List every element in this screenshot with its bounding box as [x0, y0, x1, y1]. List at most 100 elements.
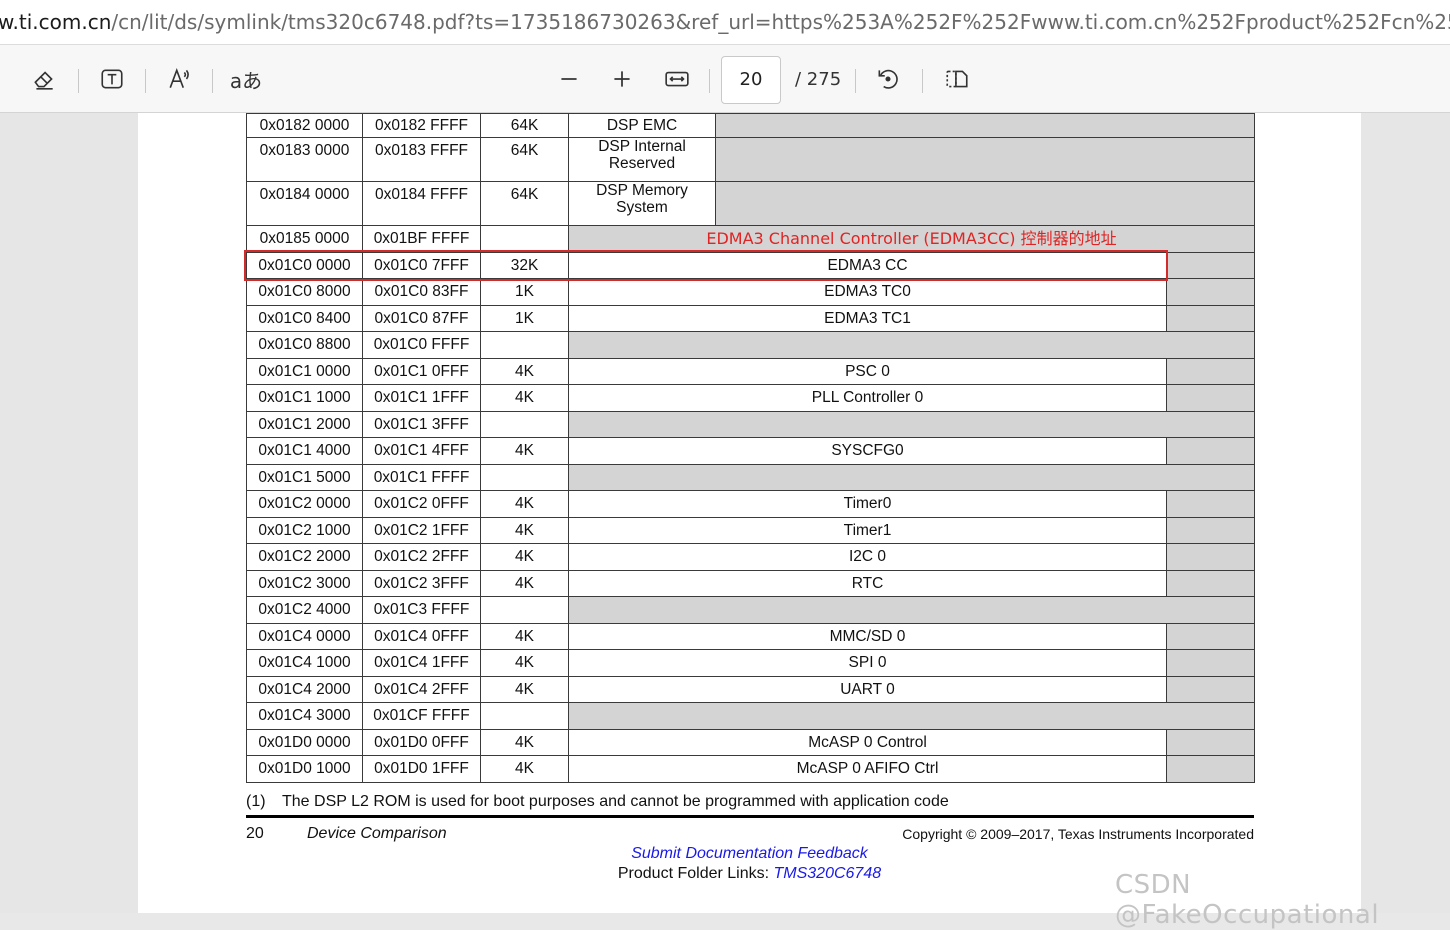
url-host: w.ti.com.cn [0, 10, 112, 34]
table-row: 0x01C4 1000 0x01C4 1FFF 4K SPI 0 [246, 649, 1255, 677]
fit-width-icon[interactable] [659, 61, 695, 97]
reserved-cell [1166, 384, 1255, 412]
size-cell: 4K [480, 622, 569, 650]
size-cell [480, 331, 569, 359]
reserved-cell [1166, 543, 1255, 571]
eraser-icon[interactable] [26, 61, 62, 97]
reserved-cell [1166, 437, 1255, 465]
feedback-link-text[interactable]: Submit Documentation Feedback [631, 845, 868, 862]
region-name-cell: RTC [568, 569, 1167, 597]
start-address-cell: 0x01D0 1000 [246, 755, 363, 783]
start-address-cell: 0x01C2 4000 [246, 596, 363, 624]
toolbar-divider [922, 69, 923, 93]
end-address-cell: 0x01CF FFFF [362, 702, 481, 730]
start-address-cell: 0x0184 0000 [246, 181, 363, 226]
start-address-cell: 0x0182 0000 [246, 113, 363, 138]
zoom-in-icon[interactable] [604, 61, 640, 97]
size-cell: 4K [480, 755, 569, 783]
page-view-icon[interactable] [939, 61, 975, 97]
start-address-cell: 0x0185 0000 [246, 225, 363, 253]
end-address-cell: 0x01C1 3FFF [362, 410, 481, 438]
end-address-cell: 0x01C0 87FF [362, 304, 481, 332]
read-aloud-icon[interactable] [162, 61, 198, 97]
reserved-cell [568, 596, 1255, 624]
table-row: 0x01C4 3000 0x01CF FFFF [246, 702, 1255, 730]
table-row: 0x01C0 8000 0x01C0 83FF 1K EDMA3 TC0 [246, 278, 1255, 306]
address-bar[interactable]: w.ti.com.cn/cn/lit/ds/symlink/tms320c674… [0, 0, 1450, 45]
url-text[interactable]: w.ti.com.cn/cn/lit/ds/symlink/tms320c674… [0, 9, 1450, 35]
size-cell [480, 596, 569, 624]
size-cell: 4K [480, 490, 569, 518]
reserved-cell [1166, 516, 1255, 544]
table-row: 0x0184 0000 0x0184 FFFF 64K DSP Memory Syst… [246, 181, 1255, 226]
table-row: 0x01D0 1000 0x01D0 1FFF 4K McASP 0 AFIFO Ct… [246, 755, 1255, 783]
links-label: Product Folder Links: [617, 865, 774, 882]
region-name-cell: EDMA3 TC0 [568, 278, 1167, 306]
table-row: 0x01C1 5000 0x01C1 FFFF [246, 463, 1255, 491]
size-cell [480, 463, 569, 491]
end-address-cell: 0x0182 FFFF [362, 113, 481, 138]
reserved-cell [715, 181, 1255, 226]
table-row: 0x01C0 8800 0x01C0 FFFF [246, 331, 1255, 359]
end-address-cell: 0x01C4 2FFF [362, 675, 481, 703]
product-link[interactable]: TMS320C6748 [774, 865, 882, 882]
start-address-cell: 0x01C1 0000 [246, 357, 363, 385]
reserved-cell [715, 137, 1255, 182]
size-cell: 4K [480, 543, 569, 571]
region-name-cell: SPI 0 [568, 649, 1167, 677]
memory-map-table: 0x0182 0000 0x0182 FFFF 64K DSP EMC 0x0183 0… [246, 113, 1255, 783]
reserved-cell [1166, 490, 1255, 518]
watermark: CSDN @FakeOccupational [1115, 870, 1380, 930]
table-row: 0x01C2 3000 0x01C2 3FFF 4K RTC [246, 569, 1255, 597]
zoom-out-icon[interactable] [551, 61, 587, 97]
translate-icon[interactable]: aあ [228, 61, 264, 97]
reserved-cell [1166, 278, 1255, 306]
footer-rule [246, 815, 1254, 818]
start-address-cell: 0x01C2 0000 [246, 490, 363, 518]
table-row: 0x01C2 1000 0x01C2 1FFF 4K Timer1 [246, 516, 1255, 544]
reserved-cell [1166, 304, 1255, 332]
table-row: 0x01C2 2000 0x01C2 2FFF 4K I2C 0 [246, 543, 1255, 571]
end-address-cell: 0x01C1 4FFF [362, 437, 481, 465]
region-name-cell: Timer0 [568, 490, 1167, 518]
footer-section: Device Comparison [307, 825, 447, 842]
size-cell: 1K [480, 304, 569, 332]
reserved-cell [568, 702, 1255, 730]
table-row: 0x01C4 0000 0x01C4 0FFF 4K MMC/SD 0 [246, 622, 1255, 650]
reserved-cell [568, 463, 1255, 491]
size-cell: 4K [480, 516, 569, 544]
toolbar-divider [145, 69, 146, 93]
start-address-cell: 0x01D0 0000 [246, 728, 363, 756]
start-address-cell: 0x01C4 3000 [246, 702, 363, 730]
feedback-link[interactable]: Submit Documentation Feedback [138, 845, 1361, 863]
reserved-cell [715, 113, 1255, 138]
end-address-cell: 0x01C4 1FFF [362, 649, 481, 677]
end-address-cell: 0x01C2 3FFF [362, 569, 481, 597]
reserved-cell [1166, 251, 1255, 279]
pdf-viewer[interactable]: 0x0182 0000 0x0182 FFFF 64K DSP EMC 0x0183 0… [0, 113, 1450, 913]
end-address-cell: 0x01BF FFFF [362, 225, 481, 253]
table-row: 0x01C0 8400 0x01C0 87FF 1K EDMA3 TC1 [246, 304, 1255, 332]
region-name-cell: McASP 0 Control [568, 728, 1167, 756]
page-number-input[interactable]: 20 [721, 56, 781, 104]
reserved-cell [1166, 675, 1255, 703]
region-name-cell: PLL Controller 0 [568, 384, 1167, 412]
end-address-cell: 0x01C1 0FFF [362, 357, 481, 385]
start-address-cell: 0x01C2 1000 [246, 516, 363, 544]
region-name-cell: McASP 0 AFIFO Ctrl [568, 755, 1167, 783]
region-name-cell: SYSCFG0 [568, 437, 1167, 465]
toolbar-divider [212, 69, 213, 93]
footnote-text: The DSP L2 ROM is used for boot purposes… [282, 793, 949, 810]
size-cell: 64K [480, 137, 569, 182]
toolbar-divider [78, 69, 79, 93]
size-cell: 4K [480, 357, 569, 385]
rotate-icon[interactable] [870, 61, 906, 97]
text-box-icon[interactable] [94, 61, 130, 97]
table-row: 0x01C4 2000 0x01C4 2FFF 4K UART 0 [246, 675, 1255, 703]
region-name-cell: I2C 0 [568, 543, 1167, 571]
footnote: (1) The DSP L2 ROM is used for boot purpo… [246, 793, 949, 811]
url-path: /cn/lit/ds/symlink/tms320c6748.pdf?ts=17… [111, 10, 1450, 34]
size-cell: 4K [480, 569, 569, 597]
end-address-cell: 0x01C2 0FFF [362, 490, 481, 518]
size-cell: 4K [480, 437, 569, 465]
